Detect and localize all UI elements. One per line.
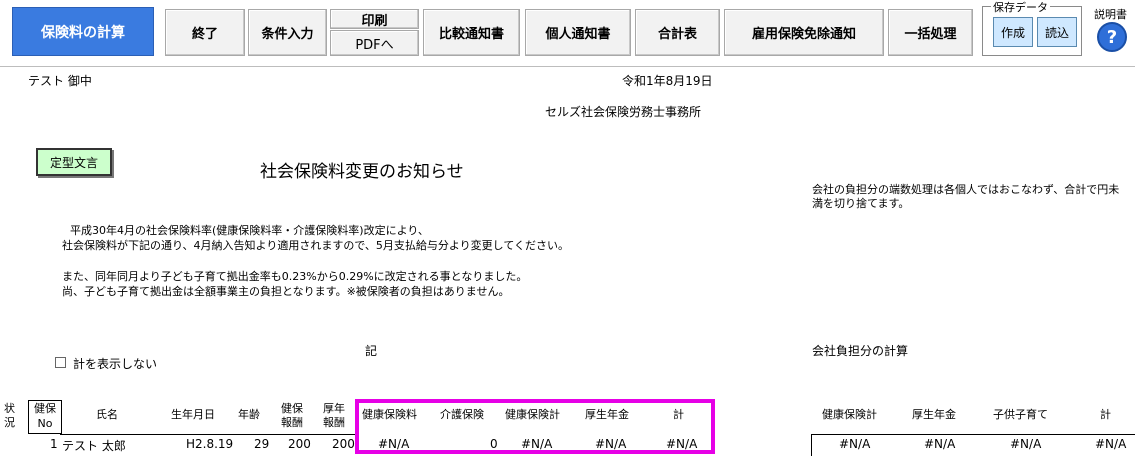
kenpo-header: 健保 報酬 xyxy=(278,402,306,430)
sender: セルズ社会保険労務士事務所 xyxy=(545,105,702,119)
letter-title: 社会保険料変更のお知らせ xyxy=(260,162,464,182)
body-line-2: 社会保険料が下記の通り、4月納入告知より適用されますので、5月支払給与分より変更… xyxy=(62,239,570,252)
row-kosei: 200 xyxy=(332,437,355,451)
no-header-line-2: No xyxy=(37,417,53,430)
row-no: 1 xyxy=(50,437,58,451)
row-age: 29 xyxy=(254,437,270,451)
kosei-header-line-2: 報酬 xyxy=(323,416,345,429)
compare-notice-button[interactable]: 比較通知書 xyxy=(423,9,520,56)
row-name: テスト 太郎 xyxy=(62,439,126,453)
save-data-group: 保存データ 作成 読込 xyxy=(982,0,1082,56)
status-header: 状況 xyxy=(4,402,15,429)
batch-process-button[interactable]: 一括処理 xyxy=(888,9,973,56)
save-load-button[interactable]: 読込 xyxy=(1037,17,1077,47)
recipient: テスト 御中 xyxy=(28,74,92,88)
age-header: 年齢 xyxy=(238,408,260,421)
hide-total-label: 計を表示しない xyxy=(73,357,158,371)
summary-table-button[interactable]: 合計表 xyxy=(635,9,720,56)
end-button[interactable]: 終了 xyxy=(165,9,245,56)
kenpo-header-line-2: 報酬 xyxy=(281,416,303,429)
row-company-pension: #N/A xyxy=(924,437,956,451)
kosei-header: 厚年 報酬 xyxy=(320,402,348,430)
hide-total-checkbox[interactable] xyxy=(55,357,66,368)
toolbar: 保険料の計算 終了 条件入力 印刷 PDFへ 比較通知書 個人通知書 合計表 雇… xyxy=(0,0,1135,66)
birth-header: 生年月日 xyxy=(171,408,215,421)
row-company-health-total: #N/A xyxy=(839,437,871,451)
template-text-button[interactable]: 定型文言 xyxy=(36,148,112,176)
side-note-line-2: 満を切り捨てます。 xyxy=(812,197,910,210)
company-calc-label: 会社負担分の計算 xyxy=(812,344,909,358)
body-line-1: 平成30年4月の社会保険料率(健康保険料率・介護保険料率)改定により、 xyxy=(70,224,429,237)
row-company-child: #N/A xyxy=(1010,437,1042,451)
company-table-header-rule xyxy=(812,434,1135,435)
name-header: 氏名 xyxy=(96,408,118,421)
row-company-total: #N/A xyxy=(1095,437,1127,451)
kosei-header-line-1: 厚年 xyxy=(323,402,345,415)
save-create-button[interactable]: 作成 xyxy=(993,17,1033,47)
no-header: 健保 No xyxy=(28,400,62,434)
row-kenpo: 200 xyxy=(288,437,311,451)
save-data-label: 保存データ xyxy=(991,0,1050,15)
conditions-button[interactable]: 条件入力 xyxy=(248,9,327,56)
no-header-line-1: 健保 xyxy=(34,402,56,415)
letter-date: 令和1年8月19日 xyxy=(622,74,713,88)
employment-exemption-button[interactable]: 雇用保険免除通知 xyxy=(724,9,884,56)
ki-label: 記 xyxy=(365,344,378,358)
company-pension-header: 厚生年金 xyxy=(912,408,956,421)
pdf-button[interactable]: PDFへ xyxy=(330,30,419,56)
company-health-total-header: 健康保険計 xyxy=(822,408,877,421)
print-button[interactable]: 印刷 xyxy=(330,9,419,29)
row-birth: H2.8.19 xyxy=(186,437,234,451)
company-table-left-rule xyxy=(811,434,812,456)
highlight-box xyxy=(355,399,715,454)
kenpo-header-line-1: 健保 xyxy=(281,402,303,415)
company-total-header: 計 xyxy=(1100,408,1111,421)
company-child-header: 子供子育て xyxy=(993,408,1048,421)
help-label: 説明書 xyxy=(1094,8,1127,21)
toolbar-divider xyxy=(0,66,1135,67)
individual-notice-button[interactable]: 個人通知書 xyxy=(525,9,631,56)
help-icon[interactable]: ? xyxy=(1097,22,1127,52)
body-line-4: 尚、子ども子育て拠出金は全額事業主の負担となります。※被保険者の負担はありません… xyxy=(62,285,510,298)
table-header-rule xyxy=(60,434,355,435)
calculate-premium-button[interactable]: 保険料の計算 xyxy=(12,7,154,56)
body-line-3: また、同年同月より子ども子育て拠出金率も0.23%から0.29%に改定される事と… xyxy=(62,270,528,283)
